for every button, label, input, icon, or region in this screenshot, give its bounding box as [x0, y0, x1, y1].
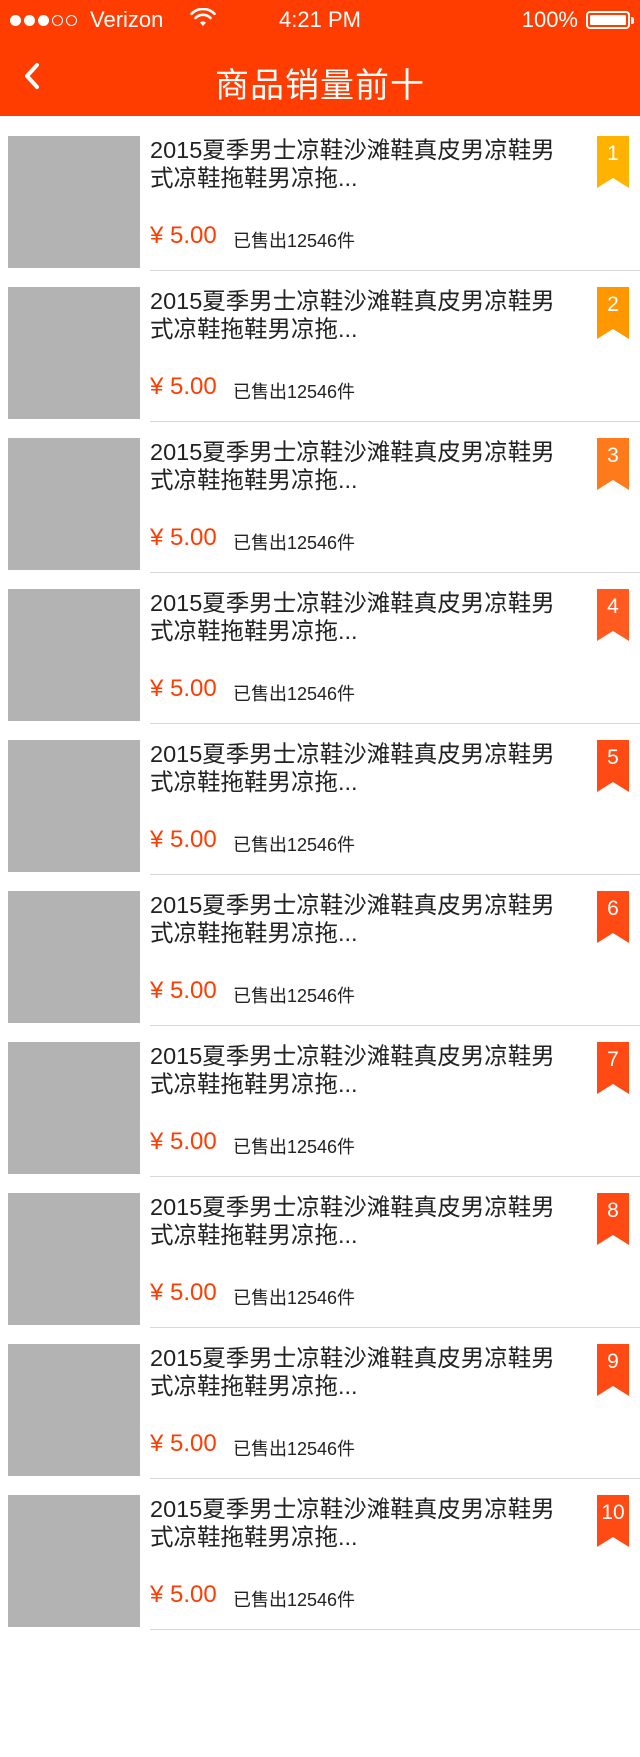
- product-sold-count: 已售出12546件: [233, 1439, 356, 1459]
- product-sold-count: 已售出12546件: [233, 382, 356, 402]
- product-title: 2015夏季男士凉鞋沙滩鞋真皮男凉鞋男式凉鞋拖鞋男凉拖...: [150, 439, 555, 493]
- product-item[interactable]: 2015夏季男士凉鞋沙滩鞋真皮男凉鞋男式凉鞋拖鞋男凉拖... ¥ 5.00 已售出1…: [0, 1026, 640, 1177]
- product-title: 2015夏季男士凉鞋沙滩鞋真皮男凉鞋男式凉鞋拖鞋男凉拖...: [150, 137, 555, 191]
- product-title: 2015夏季男士凉鞋沙滩鞋真皮男凉鞋男式凉鞋拖鞋男凉拖...: [150, 590, 555, 644]
- product-price: ¥ 5.00: [150, 1279, 217, 1306]
- rank-number: 1: [607, 142, 619, 165]
- rank-badge: 9: [597, 1344, 629, 1396]
- product-sold-count: 已售出12546件: [233, 1288, 356, 1308]
- product-item[interactable]: 2015夏季男士凉鞋沙滩鞋真皮男凉鞋男式凉鞋拖鞋男凉拖... ¥ 5.00 已售出1…: [0, 573, 640, 724]
- product-sold-count: 已售出12546件: [233, 835, 356, 855]
- product-thumbnail[interactable]: [8, 1344, 140, 1476]
- rank-badge: 6: [597, 891, 629, 943]
- navigation-bar: 商品销量前十: [0, 40, 640, 116]
- product-price: ¥ 5.00: [150, 524, 217, 551]
- rank-number: 8: [607, 1199, 619, 1222]
- product-thumbnail[interactable]: [8, 287, 140, 419]
- status-bar: Verizon 4:21 PM 100%: [0, 0, 640, 40]
- rank-number: 3: [607, 444, 619, 467]
- product-title: 2015夏季男士凉鞋沙滩鞋真皮男凉鞋男式凉鞋拖鞋男凉拖...: [150, 741, 555, 795]
- product-sold-count: 已售出12546件: [233, 986, 356, 1006]
- rank-number: 4: [607, 595, 619, 618]
- product-price: ¥ 5.00: [150, 222, 217, 249]
- product-sold-count: 已售出12546件: [233, 231, 356, 251]
- product-list: 2015夏季男士凉鞋沙滩鞋真皮男凉鞋男式凉鞋拖鞋男凉拖... ¥ 5.00 已售出1…: [0, 120, 640, 1630]
- rank-number: 6: [607, 897, 619, 920]
- product-item[interactable]: 2015夏季男士凉鞋沙滩鞋真皮男凉鞋男式凉鞋拖鞋男凉拖... ¥ 5.00 已售出1…: [0, 422, 640, 573]
- rank-badge: 8: [597, 1193, 629, 1245]
- product-title: 2015夏季男士凉鞋沙滩鞋真皮男凉鞋男式凉鞋拖鞋男凉拖...: [150, 288, 555, 342]
- product-thumbnail[interactable]: [8, 136, 140, 268]
- page-title: 商品销量前十: [215, 67, 425, 105]
- product-sold-count: 已售出12546件: [233, 1590, 356, 1610]
- product-item[interactable]: 2015夏季男士凉鞋沙滩鞋真皮男凉鞋男式凉鞋拖鞋男凉拖... ¥ 5.00 已售出1…: [0, 120, 640, 271]
- rank-badge: 5: [597, 740, 629, 792]
- product-price: ¥ 5.00: [150, 977, 217, 1004]
- app-header: Verizon 4:21 PM 100% 商品销量前十: [0, 0, 640, 116]
- product-item[interactable]: 2015夏季男士凉鞋沙滩鞋真皮男凉鞋男式凉鞋拖鞋男凉拖... ¥ 5.00 已售出1…: [0, 271, 640, 422]
- product-item[interactable]: 2015夏季男士凉鞋沙滩鞋真皮男凉鞋男式凉鞋拖鞋男凉拖... ¥ 5.00 已售出1…: [0, 1479, 640, 1630]
- product-thumbnail[interactable]: [8, 438, 140, 570]
- product-title: 2015夏季男士凉鞋沙滩鞋真皮男凉鞋男式凉鞋拖鞋男凉拖...: [150, 1043, 555, 1097]
- battery-percent: 100%: [521, 7, 578, 32]
- product-item[interactable]: 2015夏季男士凉鞋沙滩鞋真皮男凉鞋男式凉鞋拖鞋男凉拖... ¥ 5.00 已售出1…: [0, 724, 640, 875]
- rank-number: 2: [607, 293, 619, 316]
- product-thumbnail[interactable]: [8, 891, 140, 1023]
- product-item[interactable]: 2015夏季男士凉鞋沙滩鞋真皮男凉鞋男式凉鞋拖鞋男凉拖... ¥ 5.00 已售出1…: [0, 1328, 640, 1479]
- product-price: ¥ 5.00: [150, 675, 217, 702]
- product-thumbnail[interactable]: [8, 740, 140, 872]
- rank-badge: 1: [597, 136, 629, 188]
- product-title: 2015夏季男士凉鞋沙滩鞋真皮男凉鞋男式凉鞋拖鞋男凉拖...: [150, 892, 555, 946]
- rank-number: 5: [607, 746, 619, 769]
- product-thumbnail[interactable]: [8, 1042, 140, 1174]
- rank-badge: 4: [597, 589, 629, 641]
- rank-number: 7: [607, 1048, 619, 1071]
- status-right: 100%: [521, 7, 634, 33]
- product-title: 2015夏季男士凉鞋沙滩鞋真皮男凉鞋男式凉鞋拖鞋男凉拖...: [150, 1194, 555, 1248]
- product-thumbnail[interactable]: [8, 1193, 140, 1325]
- product-price: ¥ 5.00: [150, 1581, 217, 1608]
- product-item[interactable]: 2015夏季男士凉鞋沙滩鞋真皮男凉鞋男式凉鞋拖鞋男凉拖... ¥ 5.00 已售出1…: [0, 1177, 640, 1328]
- product-price: ¥ 5.00: [150, 373, 217, 400]
- rank-number: 9: [607, 1350, 619, 1373]
- product-title: 2015夏季男士凉鞋沙滩鞋真皮男凉鞋男式凉鞋拖鞋男凉拖...: [150, 1496, 555, 1550]
- rank-badge: 10: [597, 1495, 629, 1547]
- product-price: ¥ 5.00: [150, 826, 217, 853]
- rank-badge: 2: [597, 287, 629, 339]
- product-thumbnail[interactable]: [8, 589, 140, 721]
- product-price: ¥ 5.00: [150, 1128, 217, 1155]
- product-sold-count: 已售出12546件: [233, 533, 356, 553]
- divider: [150, 1629, 640, 1630]
- rank-number: 10: [601, 1501, 625, 1524]
- product-price: ¥ 5.00: [150, 1430, 217, 1457]
- battery-icon: [586, 11, 634, 29]
- product-sold-count: 已售出12546件: [233, 684, 356, 704]
- rank-badge: 3: [597, 438, 629, 490]
- product-title: 2015夏季男士凉鞋沙滩鞋真皮男凉鞋男式凉鞋拖鞋男凉拖...: [150, 1345, 555, 1399]
- product-item[interactable]: 2015夏季男士凉鞋沙滩鞋真皮男凉鞋男式凉鞋拖鞋男凉拖... ¥ 5.00 已售出1…: [0, 875, 640, 1026]
- product-thumbnail[interactable]: [8, 1495, 140, 1627]
- product-sold-count: 已售出12546件: [233, 1137, 356, 1157]
- rank-badge: 7: [597, 1042, 629, 1094]
